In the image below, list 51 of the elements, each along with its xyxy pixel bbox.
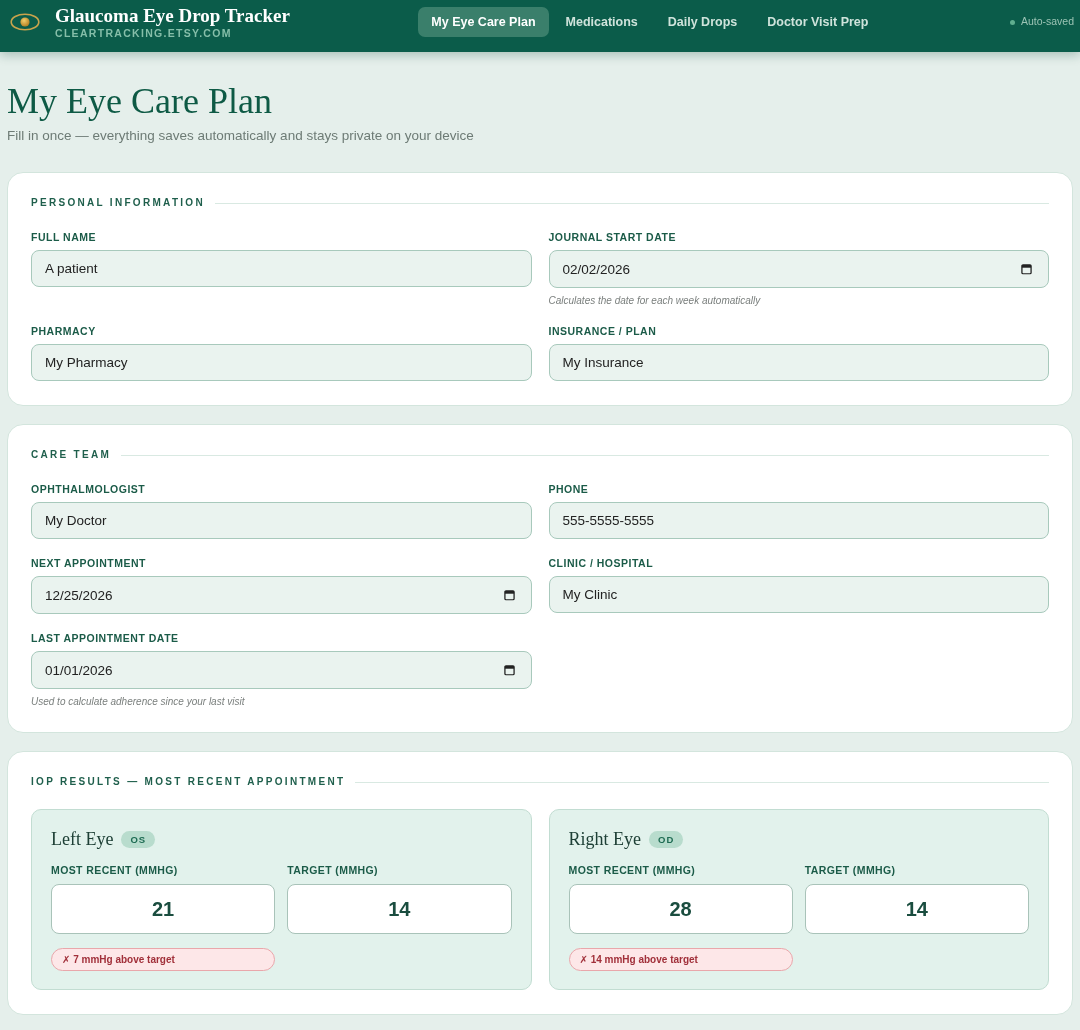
app-subtitle: CLEARTRACKING.ETSY.COM xyxy=(55,26,233,40)
text-field[interactable]: My Doctor xyxy=(31,502,532,539)
field-hint: Calculates the date for each week automatically xyxy=(548,294,762,307)
date-field[interactable]: 01/01/2026 xyxy=(31,651,532,689)
calendar-icon[interactable] xyxy=(1021,263,1032,275)
section-title: CARE TEAM xyxy=(31,448,112,462)
nav-tab[interactable]: My Eye Care Plan xyxy=(418,7,549,37)
section-title: PERSONAL INFORMATION xyxy=(31,196,205,210)
eye-title: Right Eye xyxy=(568,828,641,851)
date-field[interactable]: 02/02/2026 xyxy=(548,250,1049,288)
field-label: LAST APPOINTMENT DATE xyxy=(31,631,180,645)
pressure-field[interactable]: 14 xyxy=(804,884,1029,934)
eye-code-badge: OS xyxy=(121,830,156,848)
field-label: PHARMACY xyxy=(31,324,97,338)
nav-tab[interactable]: Medications xyxy=(552,7,651,37)
field-hint: Used to calculate adherence since your last visit xyxy=(31,695,246,708)
field-label: MOST RECENT (MMHG) xyxy=(51,863,179,877)
field-label: FULL NAME xyxy=(31,230,97,244)
autosave-status: Auto-saved xyxy=(1020,14,1074,30)
field-label: CLINIC / HOSPITAL xyxy=(548,556,655,570)
status-dot-icon xyxy=(1009,19,1015,25)
text-field[interactable]: My Pharmacy xyxy=(31,344,532,381)
field-label: MOST RECENT (MMHG) xyxy=(568,863,697,877)
pressure-field[interactable]: 14 xyxy=(287,884,512,934)
page-subtitle: Fill in once — everything saves automatically and stays private on your device xyxy=(7,127,475,145)
nav-tab[interactable]: Daily Drops xyxy=(654,7,751,37)
text-field[interactable]: My Insurance xyxy=(548,344,1049,381)
page-title: My Eye Care Plan xyxy=(7,80,273,123)
date-field[interactable]: 12/25/2026 xyxy=(31,576,532,614)
eye-code-badge: OD xyxy=(649,830,684,848)
app-title: Glaucoma Eye Drop Tracker xyxy=(55,4,290,26)
field-label: NEXT APPOINTMENT xyxy=(31,556,147,570)
text-field[interactable]: 555-5555-5555 xyxy=(548,502,1049,539)
section-title: IOP RESULTS — MOST RECENT APPOINTMENT xyxy=(31,775,346,789)
text-field[interactable]: A patient xyxy=(31,250,532,287)
field-label: INSURANCE / PLAN xyxy=(548,324,658,338)
field-label: JOURNAL START DATE xyxy=(548,230,677,244)
eye-title: Left Eye xyxy=(51,828,114,851)
pressure-field[interactable]: 28 xyxy=(568,884,793,934)
pressure-field[interactable]: 21 xyxy=(51,884,276,934)
calendar-icon[interactable] xyxy=(503,664,515,676)
eye-icon xyxy=(10,13,40,31)
calendar-icon[interactable] xyxy=(503,589,515,601)
pressure-alert: ✗ 14 mmHg above target xyxy=(568,948,793,971)
field-label: PHONE xyxy=(548,482,590,496)
field-label: TARGET (MMHG) xyxy=(287,863,379,877)
text-field[interactable]: My Clinic xyxy=(548,576,1049,613)
field-label: OPHTHALMOLOGIST xyxy=(31,482,147,496)
nav-tab[interactable]: Doctor Visit Prep xyxy=(754,7,882,37)
field-label: TARGET (MMHG) xyxy=(804,863,897,877)
pressure-alert: ✗ 7 mmHg above target xyxy=(51,948,276,971)
